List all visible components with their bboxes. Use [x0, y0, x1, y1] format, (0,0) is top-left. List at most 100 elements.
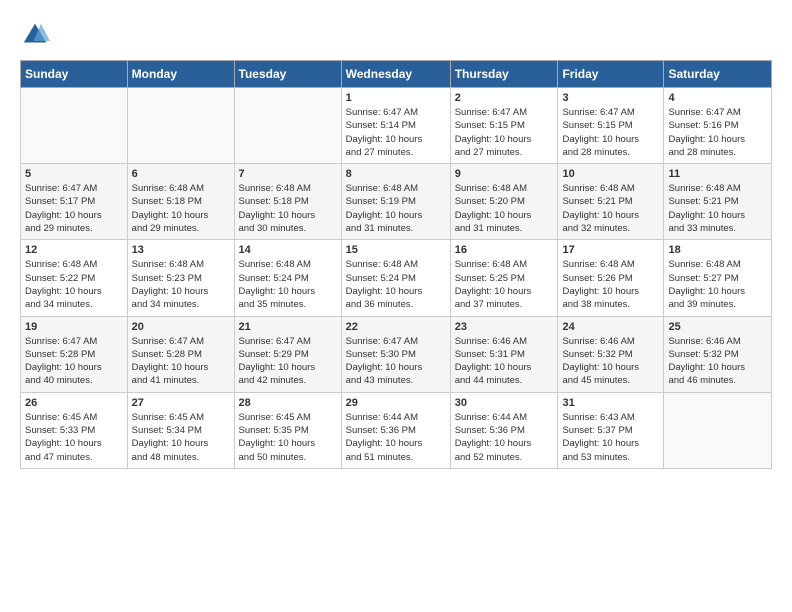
day-info: Sunrise: 6:45 AM Sunset: 5:34 PM Dayligh…	[132, 411, 230, 464]
day-info: Sunrise: 6:48 AM Sunset: 5:21 PM Dayligh…	[562, 182, 659, 235]
day-number: 10	[562, 168, 659, 180]
day-info: Sunrise: 6:48 AM Sunset: 5:25 PM Dayligh…	[455, 258, 554, 311]
calendar-cell: 22 Sunrise: 6:47 AM Sunset: 5:30 PM Dayli…	[341, 316, 450, 392]
day-number: 24	[562, 321, 659, 333]
logo	[20, 20, 54, 50]
calendar-cell: 28 Sunrise: 6:45 AM Sunset: 5:35 PM Dayli…	[234, 392, 341, 468]
weekday-header-row: SundayMondayTuesdayWednesdayThursdayFrid…	[21, 61, 772, 88]
day-number: 22	[346, 321, 446, 333]
day-info: Sunrise: 6:47 AM Sunset: 5:15 PM Dayligh…	[455, 106, 554, 159]
day-info: Sunrise: 6:48 AM Sunset: 5:21 PM Dayligh…	[668, 182, 767, 235]
weekday-header-monday: Monday	[127, 61, 234, 88]
day-info: Sunrise: 6:47 AM Sunset: 5:30 PM Dayligh…	[346, 335, 446, 388]
day-number: 14	[239, 244, 337, 256]
calendar-cell: 17Sunrise: 6:48 AM Sunset: 5:26 PM Dayli…	[558, 240, 664, 316]
week-row-4: 19Sunrise: 6:47 AM Sunset: 5:28 PM Dayli…	[21, 316, 772, 392]
day-info: Sunrise: 6:48 AM Sunset: 5:18 PM Dayligh…	[132, 182, 230, 235]
weekday-header-thursday: Thursday	[450, 61, 558, 88]
calendar-cell: 7 Sunrise: 6:48 AM Sunset: 5:18 PM Daylig…	[234, 164, 341, 240]
calendar-cell: 12Sunrise: 6:48 AM Sunset: 5:22 PM Dayli…	[21, 240, 128, 316]
calendar-cell	[234, 88, 341, 164]
day-number: 4	[668, 92, 767, 104]
calendar-cell: 13 Sunrise: 6:48 AM Sunset: 5:23 PM Dayli…	[127, 240, 234, 316]
day-info: Sunrise: 6:48 AM Sunset: 5:19 PM Dayligh…	[346, 182, 446, 235]
day-number: 11	[668, 168, 767, 180]
day-info: Sunrise: 6:47 AM Sunset: 5:16 PM Dayligh…	[668, 106, 767, 159]
calendar-cell: 26Sunrise: 6:45 AM Sunset: 5:33 PM Dayli…	[21, 392, 128, 468]
day-number: 19	[25, 321, 123, 333]
day-info: Sunrise: 6:45 AM Sunset: 5:35 PM Dayligh…	[239, 411, 337, 464]
calendar-cell: 24 Sunrise: 6:46 AM Sunset: 5:32 PM Dayli…	[558, 316, 664, 392]
calendar-cell: 1Sunrise: 6:47 AM Sunset: 5:14 PM Daylig…	[341, 88, 450, 164]
calendar-table: SundayMondayTuesdayWednesdayThursdayFrid…	[20, 60, 772, 469]
calendar-cell: 3Sunrise: 6:47 AM Sunset: 5:15 PM Daylig…	[558, 88, 664, 164]
day-number: 25	[668, 321, 767, 333]
calendar-cell: 31 Sunrise: 6:43 AM Sunset: 5:37 PM Dayli…	[558, 392, 664, 468]
calendar-cell: 25 Sunrise: 6:46 AM Sunset: 5:32 PM Dayli…	[664, 316, 772, 392]
day-number: 21	[239, 321, 337, 333]
day-number: 28	[239, 397, 337, 409]
day-info: Sunrise: 6:46 AM Sunset: 5:32 PM Dayligh…	[562, 335, 659, 388]
calendar-cell: 8 Sunrise: 6:48 AM Sunset: 5:19 PM Daylig…	[341, 164, 450, 240]
day-number: 18	[668, 244, 767, 256]
page-header	[20, 20, 772, 50]
day-number: 27	[132, 397, 230, 409]
day-info: Sunrise: 6:47 AM Sunset: 5:29 PM Dayligh…	[239, 335, 337, 388]
day-number: 5	[25, 168, 123, 180]
calendar-cell: 21 Sunrise: 6:47 AM Sunset: 5:29 PM Dayli…	[234, 316, 341, 392]
calendar-cell: 2Sunrise: 6:47 AM Sunset: 5:15 PM Daylig…	[450, 88, 558, 164]
calendar-cell	[127, 88, 234, 164]
day-info: Sunrise: 6:48 AM Sunset: 5:27 PM Dayligh…	[668, 258, 767, 311]
day-info: Sunrise: 6:48 AM Sunset: 5:23 PM Dayligh…	[132, 258, 230, 311]
day-number: 9	[455, 168, 554, 180]
calendar-cell: 23Sunrise: 6:46 AM Sunset: 5:31 PM Dayli…	[450, 316, 558, 392]
day-info: Sunrise: 6:44 AM Sunset: 5:36 PM Dayligh…	[346, 411, 446, 464]
week-row-3: 12Sunrise: 6:48 AM Sunset: 5:22 PM Dayli…	[21, 240, 772, 316]
day-info: Sunrise: 6:47 AM Sunset: 5:17 PM Dayligh…	[25, 182, 123, 235]
calendar-cell: 16 Sunrise: 6:48 AM Sunset: 5:25 PM Dayli…	[450, 240, 558, 316]
calendar-cell: 14Sunrise: 6:48 AM Sunset: 5:24 PM Dayli…	[234, 240, 341, 316]
day-info: Sunrise: 6:48 AM Sunset: 5:20 PM Dayligh…	[455, 182, 554, 235]
day-info: Sunrise: 6:48 AM Sunset: 5:22 PM Dayligh…	[25, 258, 123, 311]
calendar-cell: 9 Sunrise: 6:48 AM Sunset: 5:20 PM Daylig…	[450, 164, 558, 240]
day-info: Sunrise: 6:43 AM Sunset: 5:37 PM Dayligh…	[562, 411, 659, 464]
calendar-cell: 29 Sunrise: 6:44 AM Sunset: 5:36 PM Dayli…	[341, 392, 450, 468]
day-info: Sunrise: 6:44 AM Sunset: 5:36 PM Dayligh…	[455, 411, 554, 464]
calendar-cell: 19Sunrise: 6:47 AM Sunset: 5:28 PM Dayli…	[21, 316, 128, 392]
day-number: 8	[346, 168, 446, 180]
weekday-header-wednesday: Wednesday	[341, 61, 450, 88]
day-number: 31	[562, 397, 659, 409]
day-number: 16	[455, 244, 554, 256]
day-info: Sunrise: 6:47 AM Sunset: 5:15 PM Dayligh…	[562, 106, 659, 159]
logo-icon	[20, 20, 50, 50]
day-number: 7	[239, 168, 337, 180]
day-info: Sunrise: 6:45 AM Sunset: 5:33 PM Dayligh…	[25, 411, 123, 464]
calendar-cell: 20Sunrise: 6:47 AM Sunset: 5:28 PM Dayli…	[127, 316, 234, 392]
calendar-cell: 27 Sunrise: 6:45 AM Sunset: 5:34 PM Dayli…	[127, 392, 234, 468]
calendar-cell: 5 Sunrise: 6:47 AM Sunset: 5:17 PM Daylig…	[21, 164, 128, 240]
day-number: 17	[562, 244, 659, 256]
weekday-header-tuesday: Tuesday	[234, 61, 341, 88]
weekday-header-saturday: Saturday	[664, 61, 772, 88]
weekday-header-friday: Friday	[558, 61, 664, 88]
calendar-cell: 10 Sunrise: 6:48 AM Sunset: 5:21 PM Dayli…	[558, 164, 664, 240]
weekday-header-sunday: Sunday	[21, 61, 128, 88]
day-info: Sunrise: 6:48 AM Sunset: 5:18 PM Dayligh…	[239, 182, 337, 235]
calendar-cell	[21, 88, 128, 164]
day-number: 13	[132, 244, 230, 256]
day-number: 23	[455, 321, 554, 333]
calendar-cell: 30Sunrise: 6:44 AM Sunset: 5:36 PM Dayli…	[450, 392, 558, 468]
calendar-cell: 6 Sunrise: 6:48 AM Sunset: 5:18 PM Daylig…	[127, 164, 234, 240]
day-number: 15	[346, 244, 446, 256]
week-row-5: 26Sunrise: 6:45 AM Sunset: 5:33 PM Dayli…	[21, 392, 772, 468]
calendar-cell: 18 Sunrise: 6:48 AM Sunset: 5:27 PM Dayli…	[664, 240, 772, 316]
calendar-cell: 11 Sunrise: 6:48 AM Sunset: 5:21 PM Dayli…	[664, 164, 772, 240]
day-number: 6	[132, 168, 230, 180]
week-row-2: 5 Sunrise: 6:47 AM Sunset: 5:17 PM Daylig…	[21, 164, 772, 240]
day-info: Sunrise: 6:47 AM Sunset: 5:14 PM Dayligh…	[346, 106, 446, 159]
calendar-cell: 4 Sunrise: 6:47 AM Sunset: 5:16 PM Daylig…	[664, 88, 772, 164]
day-info: Sunrise: 6:48 AM Sunset: 5:24 PM Dayligh…	[346, 258, 446, 311]
day-info: Sunrise: 6:46 AM Sunset: 5:32 PM Dayligh…	[668, 335, 767, 388]
week-row-1: 1Sunrise: 6:47 AM Sunset: 5:14 PM Daylig…	[21, 88, 772, 164]
day-number: 29	[346, 397, 446, 409]
